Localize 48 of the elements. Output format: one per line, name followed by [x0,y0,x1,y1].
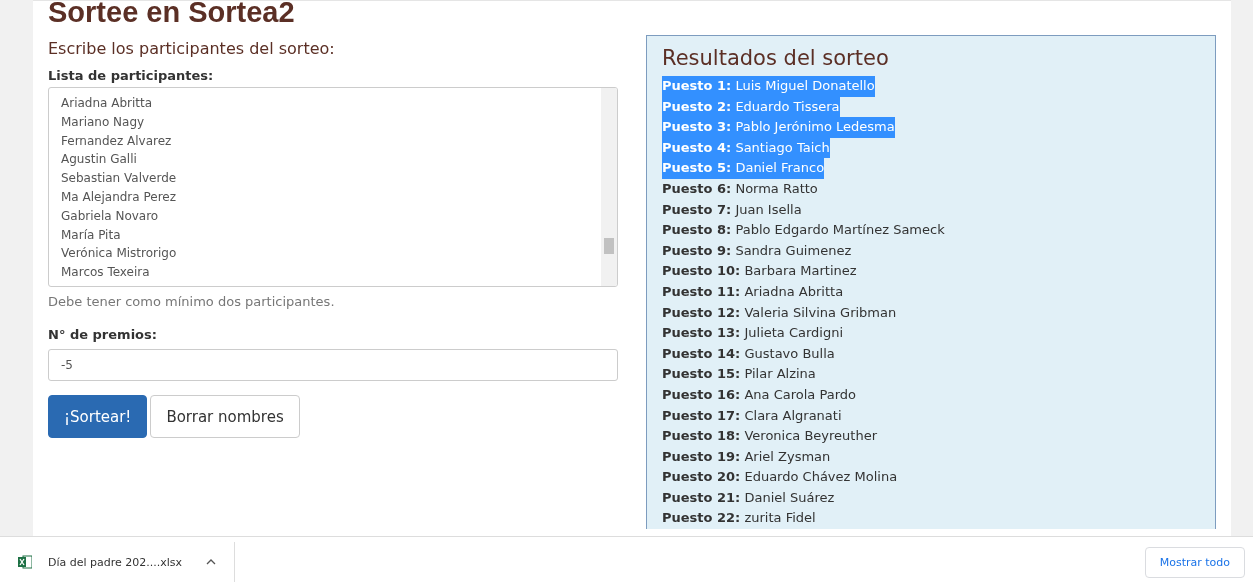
result-row-text: Puesto 13: Julieta Cardigni [662,324,844,343]
participant-line: Agustin Galli [61,151,138,169]
scrollbar[interactable] [601,88,617,286]
result-row-text: Puesto 15: Pilar Alzina [662,365,816,384]
result-row-text: Puesto 9: Sandra Guimenez [662,241,852,260]
draw-button[interactable]: ¡Sortear! [48,395,148,438]
result-row-text: Puesto 7: Juan Isella [662,200,802,219]
result-row-text: Puesto 16: Ana Carola Pardo [662,385,856,404]
hint-text: Debe tener como mínimo dos participantes. [48,294,336,309]
result-row-text: Puesto 14: Gustavo Bulla [662,344,835,363]
result-row-text: Puesto 21: Daniel Suárez [662,488,835,507]
participant-line: Fernandez Alvarez [61,132,173,150]
spreadsheet-icon [18,555,32,569]
result-row-text: Puesto 6: Norma Ratto [662,179,818,198]
participant-line: Sebastian Valverde [61,170,178,188]
result-row: Puesto 4: Santiago Taich [662,137,830,159]
participant-line: Gabriela Novaro [61,207,160,225]
result-row: Puesto 3: Pablo Jerónimo Ledesma [662,117,895,138]
result-row-text: Puesto 17: Clara Algranati [662,406,842,425]
prizes-label: N° de premios: [48,327,158,342]
show-all-button[interactable]: Mostrar todo [1144,546,1245,578]
result-row-text: Puesto 20: Eduardo Chávez Molina [662,468,898,487]
result-row: Puesto 5: Daniel Franco [662,158,825,179]
participant-line: Ma Alejandra Perez [61,189,177,206]
page-title: Sortee en Sortea2 [48,1,296,27]
list-label: Lista de participantes: [48,68,215,83]
result-row-text: Puesto 12: Valeria Silvina Gribman [662,303,897,322]
download-filename[interactable]: Día del padre 202....xlsx [48,555,183,569]
result-row-text: Puesto 11: Ariadna Abritta [662,282,844,301]
participants-textarea[interactable]: Ariadna Abritta Mariano Nagy Fernandez Alvarez Agustin Galli Sebastian Valverde Ma Alejandra Perez Gabriela Novaro María Pita Verónica Mistrorigo Marcos Texeira [48,87,618,287]
result-row: Puesto 2: Eduardo Tissera [662,96,840,118]
result-row-text: Puesto 22: zurita Fidel [662,509,816,528]
caret-up-icon[interactable] [206,559,217,565]
result-row-text: Puesto 19: Ariel Zysman [662,447,831,466]
prizes-input[interactable]: -5 [48,349,618,381]
results-title: Resultados del sorteo [662,46,890,70]
result-row-text: Puesto 8: Pablo Edgardo Martínez Sameck [662,221,945,240]
result-row-text: Puesto 10: Barbara Martinez [662,262,857,281]
participant-line: Verónica Mistrorigo [61,245,178,263]
result-row: Puesto 1: Luis Miguel Donatello [662,76,875,97]
scrollbar-thumb[interactable] [604,238,614,254]
clear-button[interactable]: Borrar nombres [150,395,300,438]
result-row-text: Puesto 18: Veronica Beyreuther [662,427,878,446]
participant-line: Mariano Nagy [61,113,146,131]
participant-line: Ariadna Abritta [61,95,154,112]
form-heading: Escribe los participantes del sorteo: [48,39,336,58]
participant-line: Marcos Texeira [61,264,151,282]
participant-line: María Pita [61,226,122,244]
